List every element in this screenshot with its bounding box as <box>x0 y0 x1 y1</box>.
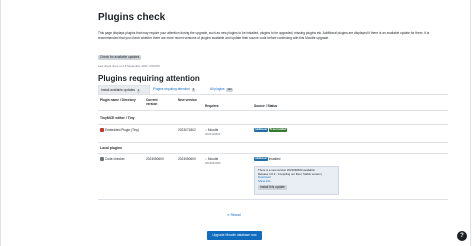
badge-to-be-installed: To be installed <box>268 128 288 132</box>
row-divider <box>98 153 448 154</box>
badge-additional: Additional <box>254 128 268 132</box>
tab-requiring-attention[interactable]: Plugins requiring attention 2 <box>151 85 207 94</box>
row-divider <box>98 142 448 143</box>
plugin-new-version: 2023050600 <box>178 157 196 161</box>
reload-link[interactable]: ⟳ Reload <box>227 213 241 217</box>
tab-all-plugins[interactable]: All plugins 442 <box>208 85 238 94</box>
update-available-notice: There is a new version 2023090600 availa… <box>254 166 339 195</box>
header-requires: Requires <box>205 104 219 108</box>
group-title: TinyMCE editor / Tiny <box>100 116 135 120</box>
plugin-requires: ● Moodle 2022112800 <box>205 128 220 136</box>
requires-version: 2019052000 <box>205 161 221 166</box>
left-frame-line <box>0 0 1 246</box>
header-plugin-name: Plugin name / Directory <box>100 98 136 102</box>
plugin-name-cell: Code checker <box>100 157 142 162</box>
tab-install-updates[interactable]: Install available updates 1 <box>98 85 150 94</box>
plugin-status: Additional Installed <box>254 157 280 161</box>
plugin-requires: ● Moodle 2019052000 <box>205 157 221 165</box>
tab-label: Install available updates <box>101 88 136 92</box>
plugin-new-version: 2023071802 <box>178 128 196 132</box>
tab-label: Plugins requiring attention <box>153 87 190 91</box>
header-source-status: Source / Status <box>254 104 278 108</box>
plugin-name: Embedded Plugin (Tiny) <box>105 128 140 132</box>
tab-label: All plugins <box>210 87 225 91</box>
plugin-name: Code checker <box>105 157 125 161</box>
header-new-version: New version <box>178 98 197 102</box>
header-divider <box>98 110 448 111</box>
tab-count: 2 <box>191 88 196 92</box>
reload-icon: ⟳ <box>227 213 230 217</box>
plugin-icon <box>100 157 104 162</box>
intro-text: This page displays plugins that may requ… <box>98 31 430 40</box>
group-title: Local plugins <box>100 146 122 150</box>
plugin-name-cell: Embedded Plugin (Tiny) <box>100 128 142 133</box>
tab-count: 442 <box>226 88 233 92</box>
section-title: Plugins requiring attention <box>98 74 200 83</box>
header-current-version: Current version <box>146 98 158 107</box>
right-frame-line <box>470 0 471 246</box>
help-icon[interactable]: ? <box>457 231 467 241</box>
plugin-icon <box>100 128 104 133</box>
install-update-button[interactable]: Install this update <box>258 185 287 190</box>
tab-count: 1 <box>136 89 141 93</box>
upgrade-database-button[interactable]: Upgrade Moodle database now <box>207 231 262 240</box>
show-info-link[interactable]: Show info... <box>258 179 335 184</box>
row-divider <box>98 124 448 125</box>
filter-tabs: Install available updates 1 Plugins requ… <box>98 85 448 95</box>
badge-additional: Additional <box>254 157 268 161</box>
requires-version: 2022112800 <box>205 132 221 137</box>
plugin-status: Additional To be installed <box>254 128 288 132</box>
last-check-text: Last check done on 19 September 2023, 3:… <box>98 64 160 68</box>
page-title: Plugins check <box>98 12 166 23</box>
check-updates-button[interactable]: Check for available updates <box>98 55 142 60</box>
plugin-current-version: 2023050600 <box>146 157 164 161</box>
installed-label: Installed <box>268 157 281 161</box>
table-bottom-divider <box>98 199 448 200</box>
